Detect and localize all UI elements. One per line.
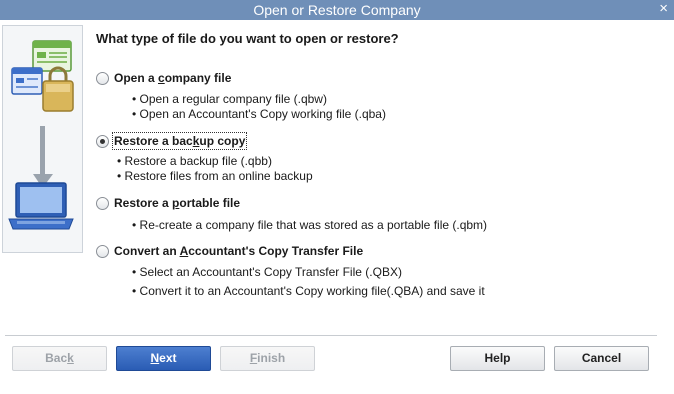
help-button[interactable]: Help bbox=[450, 346, 545, 371]
radio-restore-backup[interactable] bbox=[96, 135, 109, 148]
option-label[interactable]: Restore a portable file bbox=[114, 196, 240, 210]
radio-open-company-file[interactable] bbox=[96, 72, 109, 85]
option-description: • Open an Accountant's Copy working file… bbox=[132, 107, 386, 121]
option-label[interactable]: Restore a backup copy bbox=[111, 132, 248, 150]
option-description: • Open a regular company file (.qbw) bbox=[132, 92, 327, 106]
illustration-panel bbox=[2, 25, 83, 253]
next-button[interactable]: Next bbox=[116, 346, 211, 371]
company-file-icon bbox=[32, 40, 72, 72]
back-button[interactable]: Back bbox=[12, 346, 107, 371]
window-title: Open or Restore Company bbox=[253, 2, 421, 18]
finish-button[interactable]: Finish bbox=[220, 346, 315, 371]
radio-convert-transfer-file[interactable] bbox=[96, 245, 109, 258]
dialog-heading: What type of file do you want to open or… bbox=[96, 31, 399, 46]
down-arrow-icon bbox=[33, 126, 53, 188]
lock-icon bbox=[42, 66, 74, 112]
option-description: • Select an Accountant's Copy Transfer F… bbox=[132, 265, 402, 279]
option-description: • Convert it to an Accountant's Copy wor… bbox=[132, 284, 485, 298]
laptop-icon bbox=[8, 182, 74, 230]
option-description: • Restore files from an online backup bbox=[117, 169, 313, 183]
title-bar: Open or Restore Company × bbox=[0, 0, 674, 20]
option-label[interactable]: Convert an Accountant's Copy Transfer Fi… bbox=[114, 244, 363, 258]
option-description: • Re-create a company file that was stor… bbox=[132, 218, 488, 232]
close-icon[interactable]: × bbox=[659, 0, 668, 17]
divider bbox=[5, 335, 657, 336]
option-label[interactable]: Open a company file bbox=[114, 71, 231, 85]
option-description: • Restore a backup file (.qbb) bbox=[117, 154, 272, 168]
cancel-button[interactable]: Cancel bbox=[554, 346, 649, 371]
radio-restore-portable[interactable] bbox=[96, 197, 109, 210]
backup-file-icon bbox=[11, 67, 43, 95]
